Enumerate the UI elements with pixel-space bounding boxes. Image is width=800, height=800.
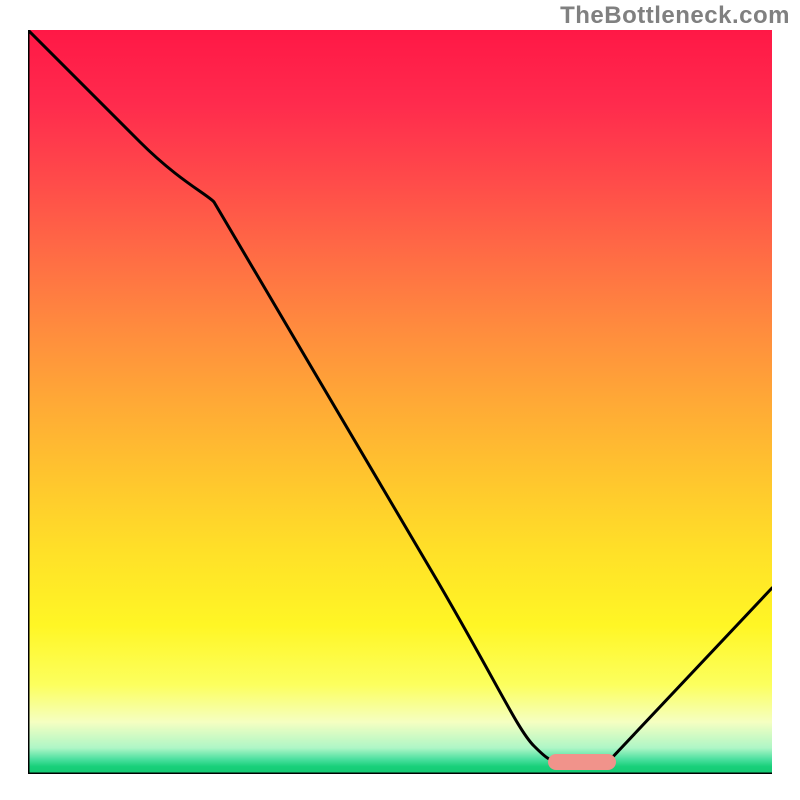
watermark-text: TheBottleneck.com bbox=[560, 2, 790, 30]
optimum-marker bbox=[548, 754, 616, 770]
heat-gradient-background bbox=[28, 30, 772, 774]
plot-area bbox=[28, 30, 772, 774]
chart-container: TheBottleneck.com bbox=[0, 0, 800, 800]
